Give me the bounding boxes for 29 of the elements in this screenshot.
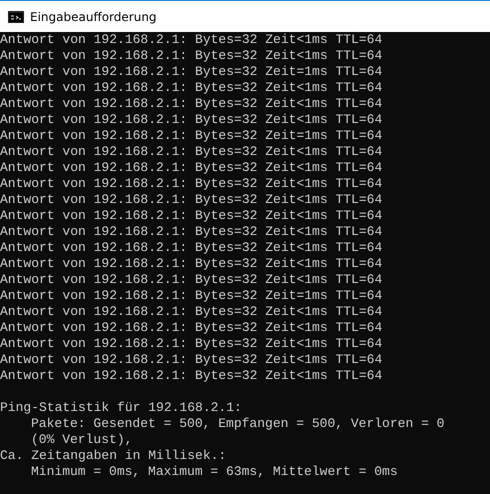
ping-reply-line: Antwort von 192.168.2.1: Bytes=32 Zeit<1ms TTL=64 [0, 352, 382, 368]
statistics-line: (0% Verlust), [31, 432, 132, 448]
statistics-line: Ca. Zeitangaben in Millisek.: [0, 448, 226, 464]
ping-reply-line: Antwort von 192.168.2.1: Bytes=32 Zeit<1ms TTL=64 [0, 96, 382, 112]
ping-reply-line: Antwort von 192.168.2.1: Bytes=32 Zeit<1ms TTL=64 [0, 208, 382, 224]
ping-reply-line: Antwort von 192.168.2.1: Bytes=32 Zeit<1ms TTL=64 [0, 240, 382, 256]
ping-reply-line: Antwort von 192.168.2.1: Bytes=32 Zeit<1ms TTL=64 [0, 160, 382, 176]
statistics-line: Ping-Statistik für 192.168.2.1: [0, 400, 242, 416]
ping-reply-line: Antwort von 192.168.2.1: Bytes=32 Zeit<1ms TTL=64 [0, 80, 382, 96]
ping-reply-line: Antwort von 192.168.2.1: Bytes=32 Zeit<1ms TTL=64 [0, 304, 382, 320]
ping-reply-line: Antwort von 192.168.2.1: Bytes=32 Zeit<1ms TTL=64 [0, 48, 382, 64]
ping-reply-line: Antwort von 192.168.2.1: Bytes=32 Zeit<1ms TTL=64 [0, 224, 382, 240]
window-title: Eingabeaufforderung [30, 8, 157, 26]
terminal-icon [8, 10, 24, 22]
ping-reply-line: Antwort von 192.168.2.1: Bytes=32 Zeit<1ms TTL=64 [0, 272, 382, 288]
ping-reply-line: Antwort von 192.168.2.1: Bytes=32 Zeit=1ms TTL=64 [0, 288, 382, 304]
ping-reply-line: Antwort von 192.168.2.1: Bytes=32 Zeit<1ms TTL=64 [0, 368, 382, 384]
ping-reply-line: Antwort von 192.168.2.1: Bytes=32 Zeit<1ms TTL=64 [0, 320, 382, 336]
ping-reply-line: Antwort von 192.168.2.1: Bytes=32 Zeit<1ms TTL=64 [0, 176, 382, 192]
ping-reply-line: Antwort von 192.168.2.1: Bytes=32 Zeit<1ms TTL=64 [0, 256, 382, 272]
ping-reply-line: Antwort von 192.168.2.1: Bytes=32 Zeit<1ms TTL=64 [0, 112, 382, 128]
ping-reply-line: Antwort von 192.168.2.1: Bytes=32 Zeit=1ms TTL=64 [0, 128, 382, 144]
statistics-line: Pakete: Gesendet = 500, Empfangen = 500, Verloren = 0 [31, 416, 444, 432]
ping-reply-line: Antwort von 192.168.2.1: Bytes=32 Zeit<1ms TTL=64 [0, 336, 382, 352]
ping-reply-line: Antwort von 192.168.2.1: Bytes=32 Zeit<1ms TTL=64 [0, 144, 382, 160]
ping-reply-line: Antwort von 192.168.2.1: Bytes=32 Zeit=1ms TTL=64 [0, 64, 382, 80]
ping-reply-line: Antwort von 192.168.2.1: Bytes=32 Zeit<1ms TTL=64 [0, 32, 382, 48]
ping-reply-line: Antwort von 192.168.2.1: Bytes=32 Zeit<1ms TTL=64 [0, 192, 382, 208]
statistics-line: Minimum = 0ms, Maximum = 63ms, Mittelwert = 0ms [31, 464, 398, 480]
